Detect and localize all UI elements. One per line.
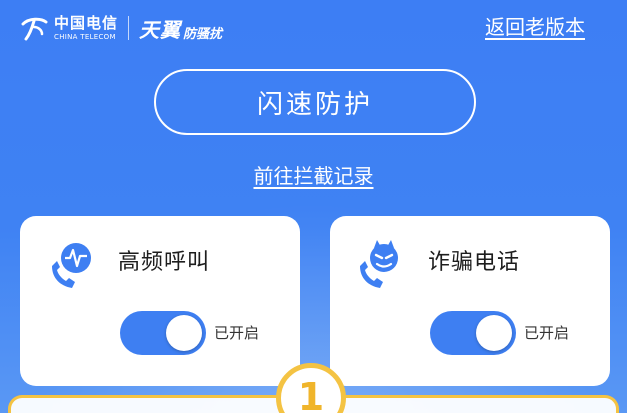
- quick-protect-button[interactable]: 闪速防护: [154, 69, 476, 135]
- toggle-status: 已开启: [214, 324, 260, 342]
- high-frequency-toggle[interactable]: [120, 311, 206, 355]
- china-telecom-logo-icon: [20, 14, 48, 42]
- toggle-knob: [476, 315, 512, 351]
- fraud-call-devil-icon: [356, 238, 410, 292]
- goto-record-row: 前往拦截记录: [0, 160, 627, 189]
- brand-subname: 防骚扰: [183, 26, 223, 42]
- telecom-name-en: CHINA TELECOM: [54, 32, 116, 41]
- brand-name: 天翼: [139, 17, 182, 42]
- high-frequency-call-card: 高频呼叫 已开启: [20, 216, 300, 386]
- toggle-status: 已开启: [524, 324, 570, 342]
- logo-divider: [128, 16, 130, 40]
- fraud-call-card: 诈骗电话 已开启: [330, 216, 610, 386]
- card-title: 诈骗电话: [428, 250, 521, 275]
- toggle-knob: [166, 315, 202, 351]
- high-frequency-call-icon: [46, 238, 100, 292]
- return-old-version-link[interactable]: 返回老版本: [485, 11, 585, 40]
- fraud-call-toggle[interactable]: [430, 311, 516, 355]
- step-number: 1: [297, 375, 325, 413]
- goto-intercept-record-link[interactable]: 前往拦截记录: [254, 164, 374, 188]
- card-title: 高频呼叫: [118, 250, 211, 275]
- app-logo: 中国电信 CHINA TELECOM 天翼 防骚扰: [20, 13, 222, 43]
- telecom-name-cn: 中国电信: [54, 13, 119, 32]
